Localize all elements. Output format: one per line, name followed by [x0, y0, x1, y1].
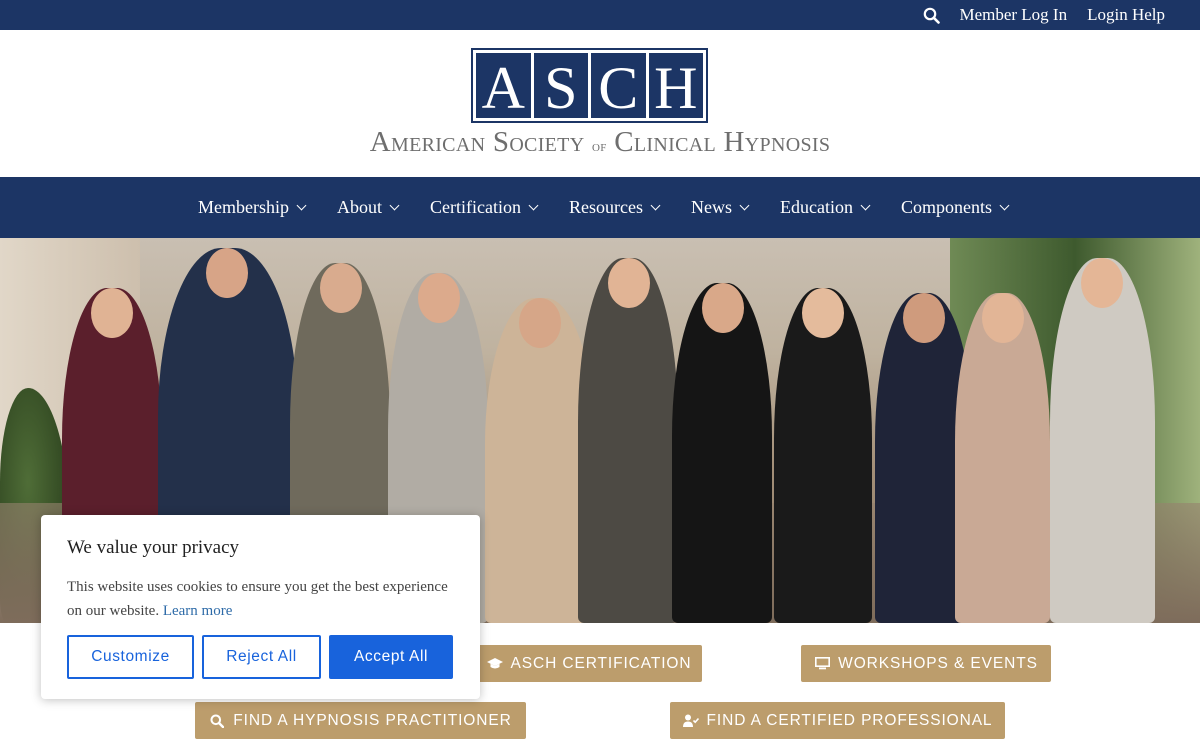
nav-label: Education [779, 197, 853, 217]
logo-letter: C [591, 53, 646, 118]
org-name-part: ociety [509, 126, 585, 158]
main-navigation: Membership About Certification Resources… [0, 177, 1200, 238]
search-icon[interactable] [921, 5, 941, 25]
org-name-part: C [614, 126, 634, 158]
member-login-link[interactable]: Member Log In [959, 5, 1067, 25]
cookie-title: We value your privacy [67, 537, 240, 558]
learn-more-link[interactable]: Learn more [163, 603, 233, 619]
cta-label: FIND A HYPNOSIS PRACTITIONER [233, 711, 512, 729]
chevron-down-icon [389, 200, 400, 210]
asch-logo[interactable]: A S C H [471, 48, 708, 123]
logo-letter: H [648, 53, 703, 118]
search-icon [209, 714, 225, 728]
cookie-consent-banner: We value your privacy This website uses … [41, 515, 480, 699]
org-name-part: H [723, 126, 745, 158]
monitor-icon [814, 657, 830, 671]
cta-label: FIND A CERTIFIED PROFESSIONAL [706, 711, 993, 729]
chevron-down-icon [999, 200, 1010, 210]
nav-membership[interactable]: Membership [198, 197, 307, 218]
photo-person [672, 283, 772, 623]
nav-about[interactable]: About [337, 197, 400, 218]
org-name-part: linical [633, 126, 716, 158]
nav-label: Components [900, 197, 992, 217]
chevron-down-icon [528, 200, 539, 210]
nav-components[interactable]: Components [900, 197, 1010, 218]
nav-label: News [690, 197, 732, 217]
chevron-down-icon [296, 200, 307, 210]
logo-letter: S [533, 53, 588, 118]
nav-label: About [337, 197, 383, 217]
photo-person [578, 258, 678, 623]
cta-label: ASCH CERTIFICATION [510, 654, 692, 672]
graduation-cap-icon [486, 657, 503, 671]
logo-letter: A [476, 53, 531, 118]
nav-label: Certification [430, 197, 521, 217]
utility-bar: Member Log In Login Help [0, 0, 1200, 30]
nav-certification[interactable]: Certification [430, 197, 539, 218]
org-name-part: ypnosis [744, 126, 831, 158]
nav-news[interactable]: News [690, 197, 750, 218]
photo-person [955, 293, 1050, 623]
cta-label: WORKSHOPS & EVENTS [838, 654, 1038, 672]
cookie-message: This website uses cookies to ensure you … [67, 575, 454, 623]
nav-education[interactable]: Education [779, 197, 871, 218]
org-name-part: merican [390, 126, 486, 158]
reject-all-button[interactable]: Reject All [202, 635, 321, 679]
asch-certification-button[interactable]: ASCH CERTIFICATION [476, 645, 702, 682]
site-header: A S C H American Society of Clinical Hyp… [0, 30, 1200, 177]
chevron-down-icon [860, 200, 871, 210]
user-check-icon [682, 714, 699, 728]
nav-label: Resources [568, 197, 643, 217]
photo-person [1050, 258, 1155, 623]
accept-all-button[interactable]: Accept All [329, 635, 453, 679]
chevron-down-icon [739, 200, 750, 210]
workshops-events-button[interactable]: WORKSHOPS & EVENTS [801, 645, 1051, 682]
nav-label: Membership [198, 197, 290, 217]
cookie-body-text: This website uses cookies to ensure you … [67, 579, 448, 619]
photo-person [774, 288, 872, 623]
cookie-actions: Customize Reject All Accept All [67, 635, 453, 679]
org-name-part: of [592, 139, 607, 155]
find-certified-button[interactable]: FIND A CERTIFIED PROFESSIONAL [670, 702, 1005, 739]
org-name-part: S [492, 126, 510, 158]
find-practitioner-button[interactable]: FIND A HYPNOSIS PRACTITIONER [195, 702, 526, 739]
login-help-link[interactable]: Login Help [1087, 5, 1165, 25]
nav-resources[interactable]: Resources [568, 197, 661, 218]
chevron-down-icon [650, 200, 661, 210]
organization-name: American Society of Clinical Hypnosis [0, 126, 1200, 159]
org-name-part: A [369, 126, 391, 158]
customize-button[interactable]: Customize [67, 635, 194, 679]
